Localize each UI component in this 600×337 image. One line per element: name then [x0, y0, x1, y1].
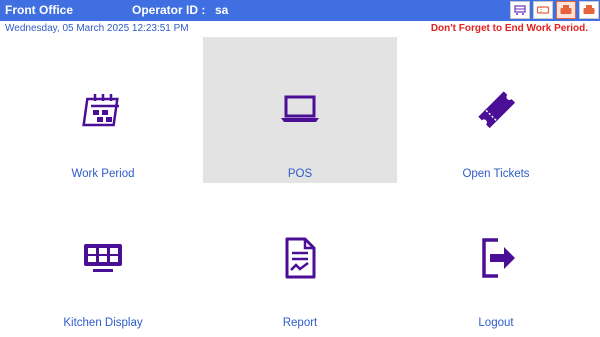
- work-period-label: Work Period: [71, 168, 135, 180]
- ticket-icon: [474, 87, 518, 131]
- kitchen-display-tile[interactable]: Kitchen Display: [6, 186, 200, 332]
- work-period-tile[interactable]: Work Period: [6, 37, 200, 183]
- work-period-warning: Don't Forget to End Work Period.: [430, 23, 588, 34]
- calendar-icon: [81, 87, 125, 131]
- app-title: Front Office: [5, 3, 73, 17]
- tickets-button[interactable]: [533, 1, 553, 19]
- logout-tile[interactable]: Logout: [399, 186, 593, 332]
- current-datetime: Wednesday, 05 March 2025 12:23:51 PM: [5, 23, 189, 34]
- operator-id-value: sa: [215, 3, 229, 17]
- kitchen-display-label: Kitchen Display: [63, 317, 143, 329]
- monitor-grid-icon: [81, 236, 125, 280]
- cart-button[interactable]: [510, 1, 530, 19]
- logout-icon: [474, 236, 518, 280]
- operator-id-label: Operator ID :: [132, 3, 206, 17]
- report-document-icon: [278, 236, 322, 280]
- print-button[interactable]: [556, 1, 576, 19]
- logout-label: Logout: [478, 317, 514, 329]
- report-label: Report: [282, 317, 318, 329]
- ticket-icon: [536, 6, 550, 14]
- print-alt-button[interactable]: [579, 1, 599, 19]
- open-tickets-tile[interactable]: Open Tickets: [399, 37, 593, 183]
- printer-icon: [583, 5, 595, 14]
- printer-icon: [560, 5, 572, 14]
- title-bar: Front Office Operator ID : sa: [0, 0, 600, 21]
- cart-icon: [514, 5, 526, 15]
- pos-tile[interactable]: POS: [203, 37, 397, 183]
- open-tickets-label: Open Tickets: [462, 168, 530, 180]
- laptop-icon: [278, 87, 322, 131]
- pos-label: POS: [287, 168, 313, 180]
- report-tile[interactable]: Report: [203, 186, 397, 332]
